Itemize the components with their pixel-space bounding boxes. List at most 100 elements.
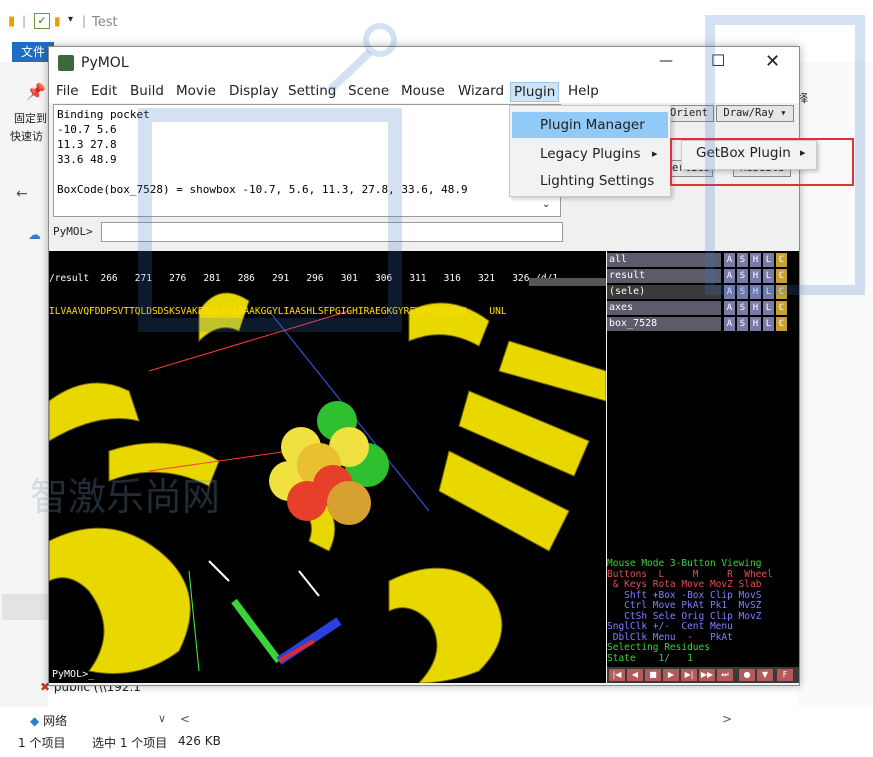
cartoon-helix [388,567,503,683]
hide-button[interactable]: H [750,285,761,299]
color-button[interactable]: C [776,285,787,299]
end-icon[interactable]: ⏭ [717,669,733,681]
down-icon[interactable]: ▼ [757,669,773,681]
label-button[interactable]: L [763,285,774,299]
menu-display[interactable]: Display [226,82,282,100]
show-button[interactable]: S [737,269,748,283]
rewind-icon[interactable]: |◀ [609,669,625,681]
sequence-residues[interactable]: ILVAAVQFDDPSVTTQLDSDSKSVAKERKKAFADAAKGGY… [49,306,606,317]
cartoon-sheet [49,382,140,442]
cartoon-helix [49,527,191,674]
chevron-down-icon[interactable]: ∨ [158,712,166,725]
menu-help[interactable]: Help [565,82,602,100]
record-icon[interactable]: ● [739,669,755,681]
viewer-prompt[interactable]: PyMOL>_ [52,669,94,680]
pymol-titlebar[interactable]: PyMOL — ☐ ✕ [49,47,799,79]
show-button[interactable]: S [737,317,748,331]
step-forward-icon[interactable]: ▶| [681,669,697,681]
plugin-menu: Plugin Manager Legacy Plugins ▸ Lighting… [509,105,671,197]
scroll-left-icon[interactable]: < [180,712,190,726]
hide-button[interactable]: H [750,269,761,283]
movie-controls: |◀ ◀ ■ ▶ ▶| ▶▶ ⏭ ● ▼ F [607,667,799,683]
command-input[interactable] [101,222,563,242]
object-row[interactable]: result A S H L C [607,269,799,283]
color-button[interactable]: C [776,301,787,315]
explorer-titlebar: ▮ | ✓ ▮ ▾ | Test [0,0,873,42]
minimize-icon[interactable]: — [659,53,673,69]
draw-ray-button[interactable]: Draw/Ray ▾ [716,105,794,122]
mouse-mode-line: State 1/ 1 [607,652,693,664]
object-row[interactable]: (sele) A S H L C [607,285,799,299]
mouse-mode-line: SnglClk +/- Cent Menu [607,621,733,632]
show-button[interactable]: S [737,253,748,267]
label-button[interactable]: L [763,317,774,331]
scroll-down-icon[interactable]: ⌄ [542,199,550,210]
action-button[interactable]: A [724,301,735,315]
show-button[interactable]: S [737,301,748,315]
menu-movie[interactable]: Movie [173,82,219,100]
menu-edit[interactable]: Edit [88,82,120,100]
nav-selected-item[interactable] [2,594,48,620]
color-button[interactable]: C [776,269,787,283]
action-button[interactable]: A [724,285,735,299]
label-button[interactable]: L [763,253,774,267]
quick-access-label: 快速访 [10,130,43,143]
action-button[interactable]: A [724,269,735,283]
show-button[interactable]: S [737,285,748,299]
object-row[interactable]: axes A S H L C [607,301,799,315]
mouse-mode-line: Selecting Residues [607,642,710,653]
action-button[interactable]: A [724,253,735,267]
play-icon[interactable]: ▶ [663,669,679,681]
stop-icon[interactable]: ■ [645,669,661,681]
color-button[interactable]: C [776,253,787,267]
menu-plugin[interactable]: Plugin [510,82,560,102]
sequence-viewer[interactable]: /result 266 271 276 281 286 291 296 301 … [49,251,606,317]
menu-item-plugin-manager[interactable]: Plugin Manager [512,112,668,138]
menu-mouse[interactable]: Mouse [398,82,448,100]
menu-item-lighting-settings[interactable]: Lighting Settings [512,168,668,194]
status-selected: 选中 1 个项目 [92,736,168,750]
close-icon[interactable]: ✕ [765,51,780,72]
menu-scene[interactable]: Scene [345,82,392,100]
mouse-mode-line: Ctrl Move PkAt Pk1 MvSZ [607,600,762,611]
molecule-viewer[interactable]: /result 266 271 276 281 286 291 296 301 … [49,251,606,683]
menu-item-legacy-plugins[interactable]: Legacy Plugins ▸ [512,141,668,167]
sequence-scrollbar[interactable] [529,278,606,286]
back-arrow-icon[interactable]: ← [16,186,28,202]
hide-button[interactable]: H [750,317,761,331]
cartoon-sheet [498,340,606,402]
menu-build[interactable]: Build [127,82,167,100]
checkbox-icon[interactable]: ✓ [34,13,50,29]
quick-access-dropdown-icon[interactable]: ▾ [68,14,73,25]
object-name[interactable]: box_7528 [607,317,721,331]
mouse-mode-panel[interactable]: Mouse Mode 3-Button Viewing Buttons L M R… [607,558,799,667]
object-name[interactable]: result [607,269,721,283]
menu-setting[interactable]: Setting [285,82,339,100]
object-row[interactable]: box_7528 A S H L C [607,317,799,331]
scroll-right-icon[interactable]: > [722,712,732,726]
output-line: BoxCode(box_7528) = showbox -10.7, 5.6, … [57,183,468,196]
object-name[interactable]: (sele) [607,285,721,299]
color-button[interactable]: C [776,317,787,331]
hide-button[interactable]: H [750,253,761,267]
label-button[interactable]: L [763,269,774,283]
annotation-highlight-box [670,138,854,186]
status-size: 426 KB [178,734,221,748]
object-name[interactable]: axes [607,301,721,315]
hide-button[interactable]: H [750,301,761,315]
orient-button[interactable]: Orient [664,105,714,122]
step-back-icon[interactable]: ◀ [627,669,643,681]
maximize-icon[interactable]: ☐ [711,51,725,70]
menu-wizard[interactable]: Wizard [455,82,507,100]
full-screen-icon[interactable]: F [777,669,793,681]
label-button[interactable]: L [763,301,774,315]
object-row[interactable]: all A S H L C [607,253,799,267]
object-name[interactable]: all [607,253,721,267]
action-button[interactable]: A [724,317,735,331]
nav-item-network[interactable]: ◆ 网络 [30,712,67,729]
output-line: Binding pocket [57,108,150,121]
menu-file[interactable]: File [53,82,82,100]
mouse-mode-line: & Keys Rota Move MovZ Slab [607,579,762,590]
fast-forward-icon[interactable]: ▶▶ [699,669,715,681]
